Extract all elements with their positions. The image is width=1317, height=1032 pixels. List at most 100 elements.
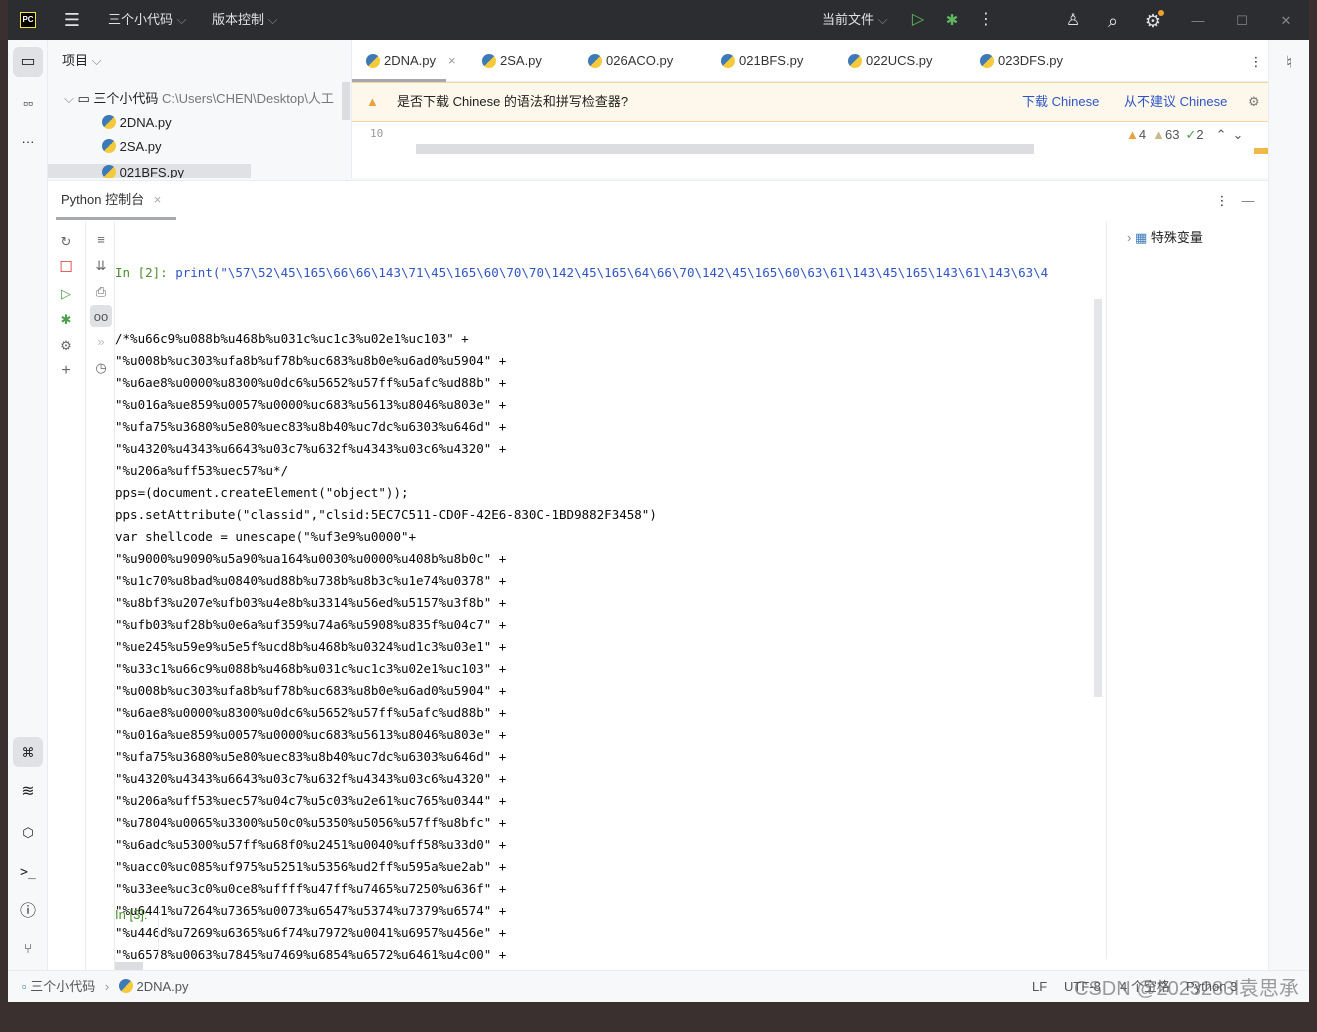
problems-icon[interactable]: ⓘ [13, 897, 43, 927]
main-menu-icon[interactable]: ☰ [62, 10, 82, 30]
file-name: 021BFS.py [119, 165, 184, 178]
add-user-icon[interactable]: ♙ [1062, 10, 1084, 32]
scroll-to-end-icon[interactable]: ⇊ [90, 255, 112, 275]
more-tools-icon[interactable]: ··· [13, 126, 43, 156]
vcs-label: 版本控制 [212, 12, 265, 27]
execute-icon[interactable]: ▷ [56, 283, 76, 303]
project-scrollbar[interactable] [342, 82, 350, 120]
rerun-icon[interactable]: ↻ [56, 231, 76, 251]
python-console-icon[interactable]: ⌘ [13, 737, 43, 767]
maximize-icon[interactable]: ☐ [1232, 10, 1252, 30]
line-separator[interactable]: LF [1032, 979, 1047, 995]
tree-file[interactable]: 021BFS.py [48, 164, 251, 178]
prompt: In [3]: [115, 907, 148, 922]
output-line: "%u6578%u0063%u7845%u7469%u6854%u6572%u6… [115, 947, 507, 962]
close-tab-icon[interactable]: × [448, 53, 456, 69]
structure-icon[interactable]: ▫▫ [13, 88, 43, 118]
breadcrumb-file[interactable]: 2DNA.py [136, 979, 188, 994]
console-output[interactable]: In [2]: print("\57\52\45\165\66\66\143\7… [115, 218, 1095, 1032]
run-config-select[interactable]: 当前文件 ⌵ [822, 12, 888, 28]
variables-panel: › ▦ 特殊变量 [1106, 221, 1268, 959]
tab-023dfs[interactable]: 023DFS.py [980, 53, 1063, 69]
close-window-icon[interactable]: ✕ [1276, 10, 1296, 30]
project-panel-title[interactable]: 项目 ⌵ [62, 52, 102, 70]
prev-highlight-icon[interactable]: ⌃ [1216, 127, 1227, 143]
tab-026aco[interactable]: 026ACO.py [588, 53, 673, 69]
console-settings-icon[interactable]: ⚙ [56, 335, 76, 355]
root-name: 三个小代码 [93, 91, 159, 106]
history-icon[interactable]: ◷ [90, 357, 112, 377]
left-tool-strip: ▭ ▫▫ ··· ⌘ ≋ ⬡ >_ ⓘ ⑂ [8, 40, 48, 970]
pycharm-logo-icon: PC [20, 12, 36, 28]
settings-icon[interactable]: ⚙ [1142, 10, 1164, 32]
stop-icon[interactable]: ☐ [56, 257, 76, 277]
console-vscrollbar[interactable] [1094, 299, 1102, 697]
output-line: "%u206a%uff53%uec57%u*/ [115, 463, 289, 478]
new-console-icon[interactable]: + [56, 361, 76, 381]
python-console: Python 控制台 × ⋮ — ↻ ☐ ▷ ✱ ⚙ + ≡ ⇊ ⎙ oo » … [48, 180, 1268, 984]
tab-label: 2DNA.py [384, 53, 437, 68]
debug-icon[interactable]: ✱ [942, 10, 962, 30]
download-link[interactable]: 下载 Chinese [1022, 94, 1099, 110]
module-icon: ▫ [22, 979, 27, 994]
soft-wrap-icon[interactable]: ≡ [90, 229, 112, 249]
tree-root[interactable]: ⌵ ▭ 三个小代码 C:\Users\CHEN\Desktop\人工 [64, 90, 334, 108]
output-line: "%u33ee%uc3c0%u0ce8%uffff%u47ff%u7465%u7… [115, 881, 507, 896]
output-line: "%u6441%u7264%u7365%u0073%u6547%u5374%u7… [115, 903, 507, 918]
search-icon[interactable]: ⌕ [1102, 10, 1124, 32]
command-queue-icon[interactable]: » [90, 331, 112, 351]
editor-hscrollbar[interactable] [416, 144, 1034, 154]
tab-021bfs[interactable]: 021BFS.py [721, 53, 803, 69]
never-suggest-link[interactable]: 从不建议 Chinese [1124, 94, 1227, 110]
console-options-icon[interactable]: ⋮ [1214, 191, 1230, 209]
banner-settings-icon[interactable]: ⚙ [1248, 94, 1260, 110]
tabs-more-icon[interactable]: ⋮ [1248, 52, 1264, 70]
warning-icon: ▲ [366, 94, 379, 109]
close-console-icon[interactable]: × [154, 192, 162, 207]
layers-icon[interactable]: ≋ [13, 777, 43, 807]
breadcrumb-project[interactable]: 三个小代码 [30, 979, 95, 994]
output-line: "%u016a%ue859%u0057%u0000%uc683%u5613%u8… [115, 397, 507, 412]
special-variables-node[interactable]: › ▦ 特殊变量 [1127, 229, 1203, 247]
next-highlight-icon[interactable]: ⌄ [1233, 127, 1244, 143]
output-line: "%ufb03%uf28b%u0e6a%uf359%u74a6%u5908%u8… [115, 617, 507, 632]
console-tab[interactable]: Python 控制台 × [61, 192, 161, 208]
inspection-widget[interactable]: ▲4 ▲63 ✓2 ⌃ ⌄ [1126, 127, 1243, 143]
vcs-menu[interactable]: 版本控制 ⌵ [212, 12, 278, 28]
more-icon[interactable]: ⋮ [976, 10, 996, 30]
output-line: "%u446d%u7269%u6365%u6f74%u7972%u0041%u6… [115, 925, 507, 940]
spellcheck-banner: ▲ 是否下载 Chinese 的语法和拼写检查器? 下载 Chinese 从不建… [352, 82, 1268, 122]
root-path: C:\Users\CHEN\Desktop\人工 [162, 91, 334, 106]
print-icon[interactable]: ⎙ [90, 281, 112, 301]
output-line: "%u6ae8%u0000%u8300%u0dc6%u5652%u57ff%u5… [115, 705, 507, 720]
show-variables-icon[interactable]: oo [90, 305, 112, 327]
python-file-icon [118, 979, 133, 993]
git-icon[interactable]: ⑂ [13, 933, 43, 963]
hide-console-icon[interactable]: — [1240, 191, 1256, 209]
project-panel: 项目 ⌵ ⌵ ▭ 三个小代码 C:\Users\CHEN\Desktop\人工 … [48, 40, 352, 178]
special-variables-label: 特殊变量 [1150, 230, 1203, 245]
project-menu[interactable]: 三个小代码 ⌵ [108, 12, 187, 28]
run-icon[interactable]: ▷ [908, 10, 928, 30]
tree-file[interactable]: 2DNA.py [102, 114, 172, 132]
weak-warnings-count: ▲63 [1152, 127, 1180, 142]
python-file-icon [721, 54, 735, 68]
debug-console-icon[interactable]: ✱ [56, 309, 76, 329]
tree-file[interactable]: 2SA.py [102, 138, 162, 156]
project-folder-icon[interactable]: ▭ [13, 47, 43, 77]
python-file-icon [102, 165, 116, 178]
output-line: "%u4320%u4343%u6643%u03c7%u632f%u4343%u0… [115, 771, 507, 786]
minimize-icon[interactable]: — [1188, 10, 1208, 30]
tab-2sa[interactable]: 2SA.py [482, 53, 542, 69]
tab-2dna[interactable]: 2DNA.py × [366, 53, 456, 69]
terminal-icon[interactable]: >_ [13, 857, 43, 887]
python-file-icon [102, 115, 116, 129]
notifications-bell-icon[interactable]: ♮ [1277, 50, 1301, 74]
services-icon[interactable]: ⬡ [13, 817, 43, 847]
console-prompt-line[interactable]: In [3]: [115, 904, 159, 958]
output-line: "%u008b%uc303%ufa8b%uf78b%uc683%u8b0e%u6… [115, 683, 507, 698]
tab-022ucs[interactable]: 022UCS.py [848, 53, 932, 69]
output-line: "%u4320%u4343%u6643%u03c7%u632f%u4343%u0… [115, 441, 507, 456]
project-title-label: 项目 [62, 53, 89, 68]
python-file-icon [980, 54, 994, 68]
